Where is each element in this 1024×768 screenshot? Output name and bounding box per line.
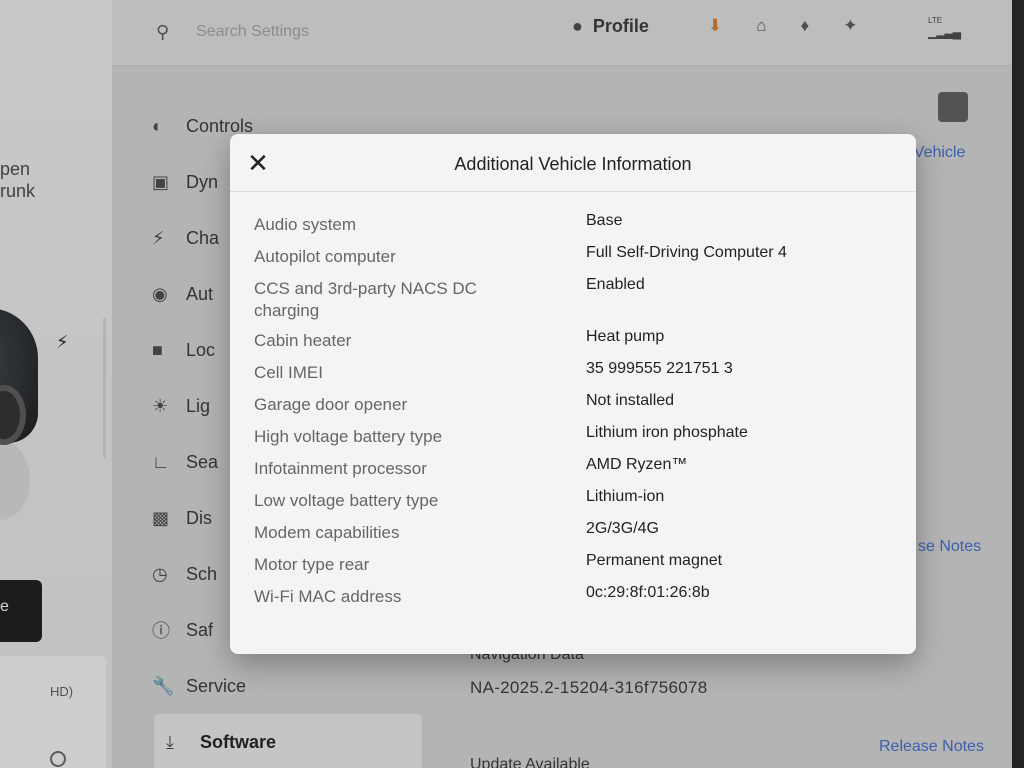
info-value: 2G/3G/4G: [586, 520, 659, 537]
steering-wheel-icon: ◉: [152, 283, 168, 304]
menu-item-label: Dyn: [186, 171, 219, 192]
info-list: Audio system Base Autopilot computer Full …: [254, 212, 894, 618]
modal-title: Additional Vehicle Information: [454, 154, 692, 174]
search-icon[interactable]: ⚲: [156, 22, 169, 43]
info-key: Audio system: [254, 215, 357, 234]
schedule-icon: ◷: [152, 563, 168, 584]
wrench-icon: 🔧: [152, 675, 175, 696]
charge-port-icon[interactable]: ⚡: [56, 332, 69, 353]
menu-item-label: Saf: [186, 619, 214, 640]
info-value: AMD Ryzen™: [586, 456, 688, 473]
car-action-button[interactable]: e: [0, 580, 42, 642]
additional-vehicle-info-modal: ✕ Additional Vehicle Information Audio s…: [230, 134, 916, 654]
info-key: Cabin heater: [254, 331, 352, 350]
headlights-icon[interactable]: HD): [50, 684, 73, 699]
info-value: Base: [586, 212, 623, 229]
lock-icon: ■: [152, 339, 163, 360]
car-action-button-label: e: [0, 598, 9, 615]
display-icon: ▩: [152, 507, 170, 528]
download-icon[interactable]: ⬇: [708, 16, 722, 36]
car-icon: ▣: [152, 171, 170, 192]
info-value: Lithium iron phosphate: [586, 424, 748, 441]
top-bar: ⚲ ● Profile ⬇ ⌂ ♦ ✦ LTE ▁▂▃▄: [112, 0, 1012, 66]
update-available-label: Update Available: [470, 756, 590, 768]
menu-item-label: Sea: [186, 451, 219, 472]
vehicle-widget-icon[interactable]: [938, 92, 968, 122]
bell-icon[interactable]: ♦: [801, 16, 810, 36]
garage-icon[interactable]: ⌂: [756, 16, 766, 36]
bolt-icon: ⚡: [152, 227, 165, 248]
info-value: Permanent magnet: [586, 552, 723, 569]
car-panel: pen runk ⚡ e HD): [0, 0, 112, 768]
lte-signal-icon: LTE ▁▂▃▄: [928, 16, 961, 39]
car-shadow: [0, 440, 30, 520]
info-key: High voltage battery type: [254, 427, 443, 446]
person-icon: ●: [572, 16, 583, 36]
info-value: Full Self-Driving Computer 4: [586, 244, 787, 261]
info-key: Autopilot computer: [254, 247, 396, 266]
safety-icon: ⓘ: [152, 621, 170, 641]
info-key: Low voltage battery type: [254, 491, 439, 510]
menu-item-label: Lig: [186, 395, 211, 416]
menu-item-label: Dis: [186, 507, 212, 528]
lte-label: LTE: [928, 16, 943, 25]
info-row-wifi-mac: Wi-Fi MAC address 0c:29:8f:01:26:8b: [254, 584, 894, 618]
modal-header: ✕ Additional Vehicle Information: [230, 134, 916, 192]
info-key: Garage door opener: [254, 395, 408, 414]
profile-button[interactable]: ● Profile: [572, 16, 649, 37]
release-notes-link[interactable]: Release Notes: [879, 738, 984, 756]
toggle-icon: ◐: [152, 115, 163, 136]
open-trunk-line1: pen: [0, 159, 31, 179]
menu-item-label: Loc: [186, 339, 216, 360]
search-input[interactable]: [196, 20, 416, 44]
car-bottom-panel: HD): [0, 656, 106, 768]
info-key: CCS and 3rd-party NACS DC charging: [254, 279, 477, 320]
info-key: Cell IMEI: [254, 363, 323, 382]
menu-item-label: Sch: [186, 563, 218, 584]
seat-icon: ∟: [152, 451, 170, 472]
ring-icon[interactable]: [50, 751, 66, 767]
info-key: Modem capabilities: [254, 523, 400, 542]
release-notes-link-partial[interactable]: se Notes: [918, 538, 981, 556]
menu-item-label: Cha: [186, 227, 220, 248]
info-value: Enabled: [586, 276, 645, 293]
info-key: Motor type rear: [254, 555, 370, 574]
profile-label: Profile: [592, 16, 649, 36]
car-panel-scrollbar: [103, 318, 106, 458]
info-value: 0c:29:8f:01:26:8b: [586, 584, 710, 601]
open-trunk-label[interactable]: pen runk: [0, 158, 35, 202]
menu-item-label: Aut: [186, 283, 214, 304]
menu-item-label: Software: [200, 731, 277, 752]
signal-bars-icon: ▁▂▃▄: [928, 25, 961, 39]
open-trunk-line2: runk: [0, 181, 36, 201]
info-key: Wi-Fi MAC address: [254, 587, 402, 606]
light-icon: ☀: [152, 395, 169, 416]
menu-item-software[interactable]: ⤓ Software: [154, 714, 422, 768]
info-row-ccs-nacs-charging: CCS and 3rd-party NACS DC charging Enable…: [254, 276, 894, 330]
info-key: Infotainment processor: [254, 459, 427, 478]
info-value: Heat pump: [586, 328, 665, 345]
menu-item-label: Service: [186, 675, 247, 696]
status-icons: ⬇ ⌂ ♦ ✦: [708, 16, 857, 36]
info-value: Lithium-ion: [586, 488, 665, 505]
info-value: Not installed: [586, 392, 675, 409]
info-value: 35 999555 221751 3: [586, 360, 733, 377]
bluetooth-icon[interactable]: ✦: [843, 16, 857, 36]
menu-item-service[interactable]: 🔧 Service: [152, 658, 452, 714]
download-icon: ⤓: [166, 731, 174, 752]
navigation-data-value: NA-2025.2-15204-316f756078: [470, 678, 708, 697]
